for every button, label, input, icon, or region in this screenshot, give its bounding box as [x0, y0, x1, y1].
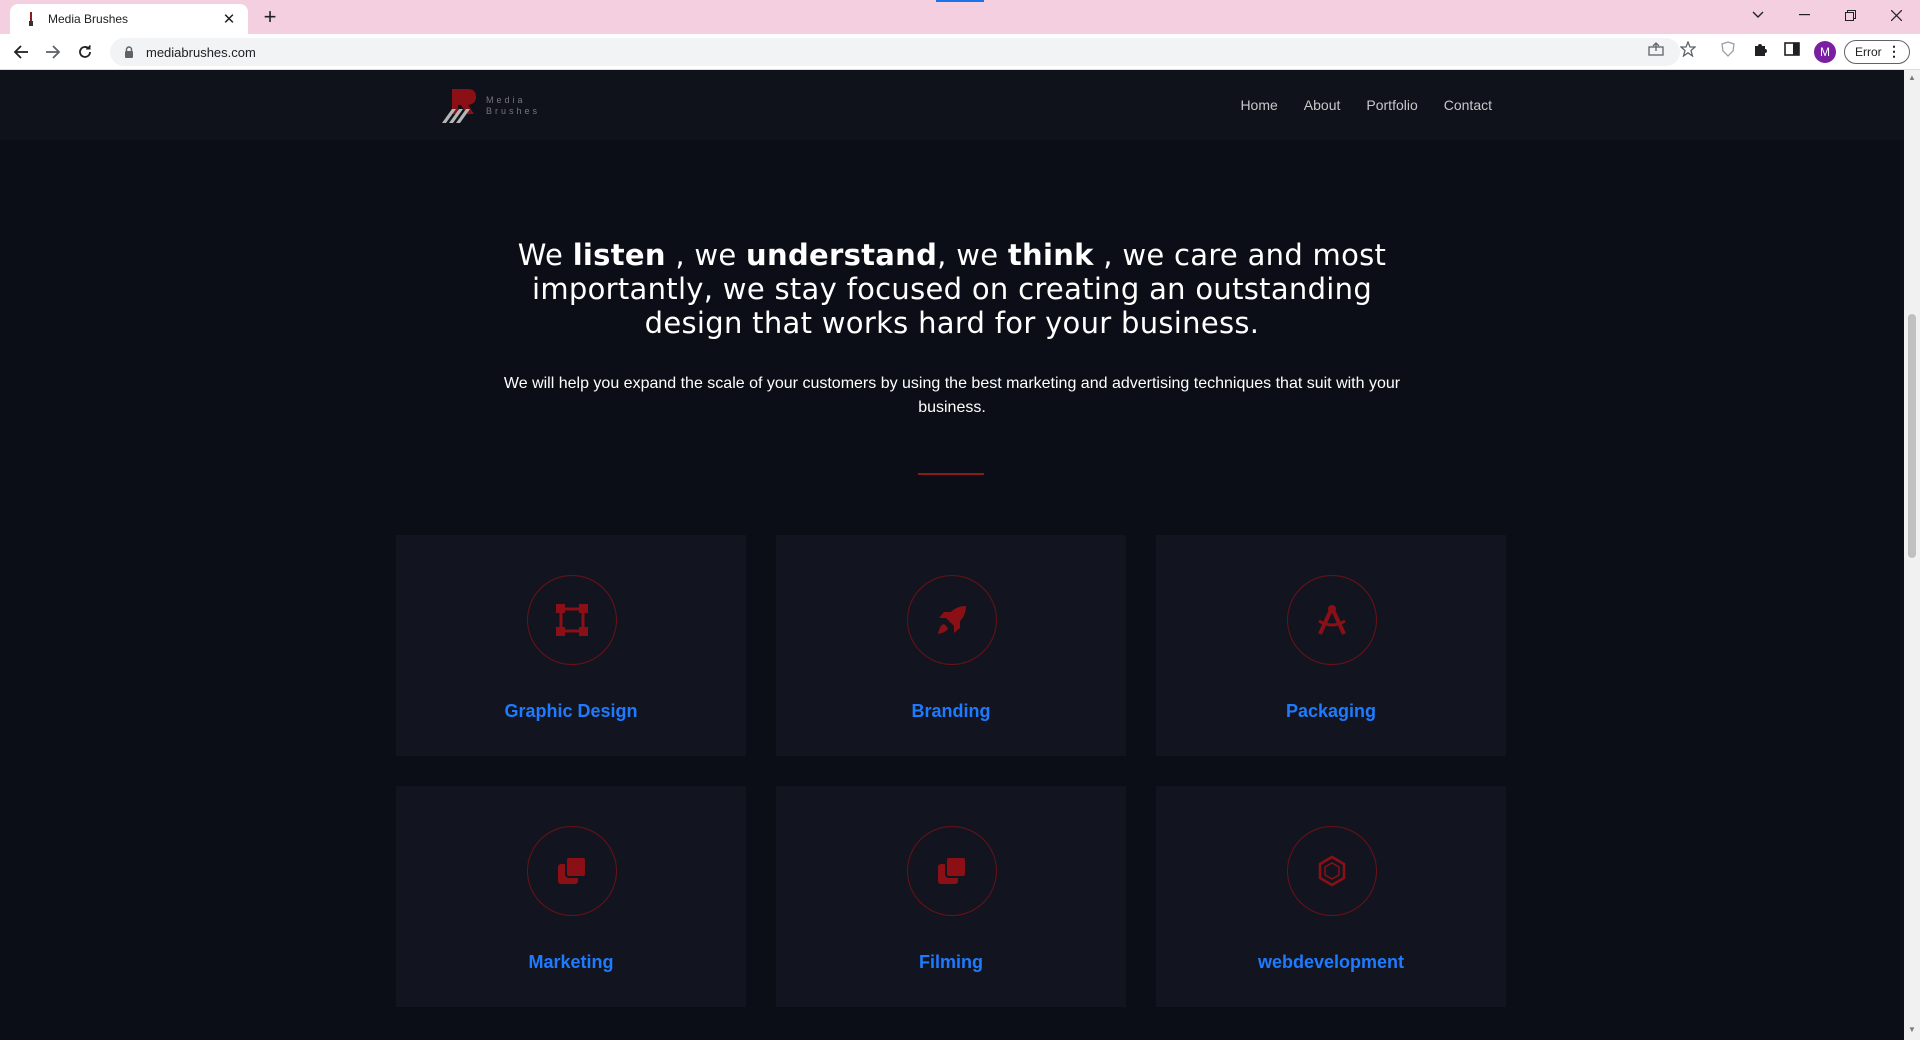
scroll-thumb[interactable] — [1908, 314, 1916, 558]
profile-avatar[interactable]: M — [1814, 41, 1836, 63]
heading-understand: understand — [746, 238, 938, 272]
nav-portfolio[interactable]: Portfolio — [1366, 97, 1417, 113]
media-brushes-logo-icon — [442, 89, 476, 123]
back-arrow-icon[interactable] — [9, 40, 33, 64]
more-menu-icon[interactable]: ⋮ — [1887, 44, 1901, 58]
nav-contact[interactable]: Contact — [1444, 97, 1492, 113]
brush-favicon-icon — [24, 12, 38, 26]
browser-toolbar: mediabrushes.com M Error ⋮ — [0, 34, 1920, 70]
minimize-icon[interactable] — [1784, 0, 1824, 30]
side-panel-icon[interactable] — [1783, 40, 1801, 58]
close-tab-icon[interactable]: ✕ — [220, 10, 238, 28]
icon-circle — [527, 575, 617, 665]
hero-heading: We listen , we understand, we think , we… — [480, 238, 1424, 340]
service-title[interactable]: Graphic Design — [396, 701, 746, 722]
icon-circle — [1287, 575, 1377, 665]
heading-listen: listen — [572, 238, 666, 272]
puzzle-extensions-icon[interactable] — [1751, 40, 1769, 58]
compass-drafting-icon — [1318, 605, 1346, 635]
forward-arrow-icon[interactable] — [41, 40, 65, 64]
icon-circle — [1287, 826, 1377, 916]
heading-part: , we — [665, 238, 747, 272]
site-header: Media Brushes Home About Portfolio Conta… — [0, 70, 1904, 140]
rocket-icon — [938, 606, 966, 634]
service-card-graphic-design[interactable]: Graphic Design — [396, 535, 746, 756]
address-bar[interactable]: mediabrushes.com — [110, 38, 1680, 66]
scroll-down-arrow-icon[interactable]: ▼ — [1908, 1026, 1916, 1034]
heading-part: , we — [937, 238, 1008, 272]
close-window-icon[interactable] — [1876, 0, 1916, 30]
service-card-webdevelopment[interactable]: webdevelopment — [1156, 786, 1506, 1007]
hexagon-icon — [1318, 855, 1346, 887]
section-divider — [918, 473, 984, 475]
page-viewport: Media Brushes Home About Portfolio Conta… — [0, 70, 1904, 1040]
shield-extension-icon[interactable] — [1719, 40, 1737, 58]
service-title[interactable]: Packaging — [1156, 701, 1506, 722]
hero-section: We listen , we understand, we think , we… — [480, 238, 1424, 420]
layers-icon — [558, 856, 587, 884]
service-card-filming[interactable]: Filming — [776, 786, 1126, 1007]
nav-home[interactable]: Home — [1240, 97, 1277, 113]
vector-square-icon — [556, 604, 588, 636]
error-button[interactable]: Error ⋮ — [1844, 40, 1910, 64]
restore-icon[interactable] — [1830, 0, 1870, 30]
service-title[interactable]: Filming — [776, 952, 1126, 973]
browser-tabstrip: Media Brushes ✕ + — [0, 0, 1920, 34]
share-icon[interactable] — [1647, 40, 1665, 58]
reload-icon[interactable] — [73, 40, 97, 64]
icon-circle — [527, 826, 617, 916]
service-title[interactable]: webdevelopment — [1156, 952, 1506, 973]
bookmark-star-icon[interactable] — [1679, 40, 1697, 58]
icon-circle — [907, 575, 997, 665]
tab-title: Media Brushes — [48, 12, 129, 26]
new-tab-button[interactable]: + — [258, 4, 282, 29]
lock-icon[interactable] — [122, 45, 136, 59]
layers-icon — [938, 856, 967, 884]
error-label: Error — [1855, 45, 1882, 59]
url-text: mediabrushes.com — [146, 44, 256, 60]
service-card-packaging[interactable]: Packaging — [1156, 535, 1506, 756]
hero-subtitle: We will help you expand the scale of you… — [503, 375, 1401, 416]
icon-circle — [907, 826, 997, 916]
heading-part: We — [517, 238, 573, 272]
site-logo[interactable]: Media Brushes — [440, 86, 550, 126]
tab-drag-indicator — [936, 0, 984, 2]
nav-about[interactable]: About — [1304, 97, 1341, 113]
service-title[interactable]: Branding — [776, 701, 1126, 722]
service-title[interactable]: Marketing — [396, 952, 746, 973]
logo-line1: Media — [486, 95, 526, 105]
heading-think: think — [1007, 238, 1094, 272]
browser-tab[interactable]: Media Brushes ✕ — [10, 4, 248, 34]
tab-search-icon[interactable] — [1738, 0, 1778, 30]
service-card-branding[interactable]: Branding — [776, 535, 1126, 756]
logo-line2: Brushes — [486, 106, 541, 116]
scroll-up-arrow-icon[interactable]: ▲ — [1908, 74, 1916, 82]
main-nav: Home About Portfolio Contact — [1240, 97, 1492, 113]
service-card-marketing[interactable]: Marketing — [396, 786, 746, 1007]
page-scrollbar[interactable]: ▲ ▼ — [1904, 70, 1920, 1040]
logo-wordmark: Media Brushes — [486, 95, 540, 117]
